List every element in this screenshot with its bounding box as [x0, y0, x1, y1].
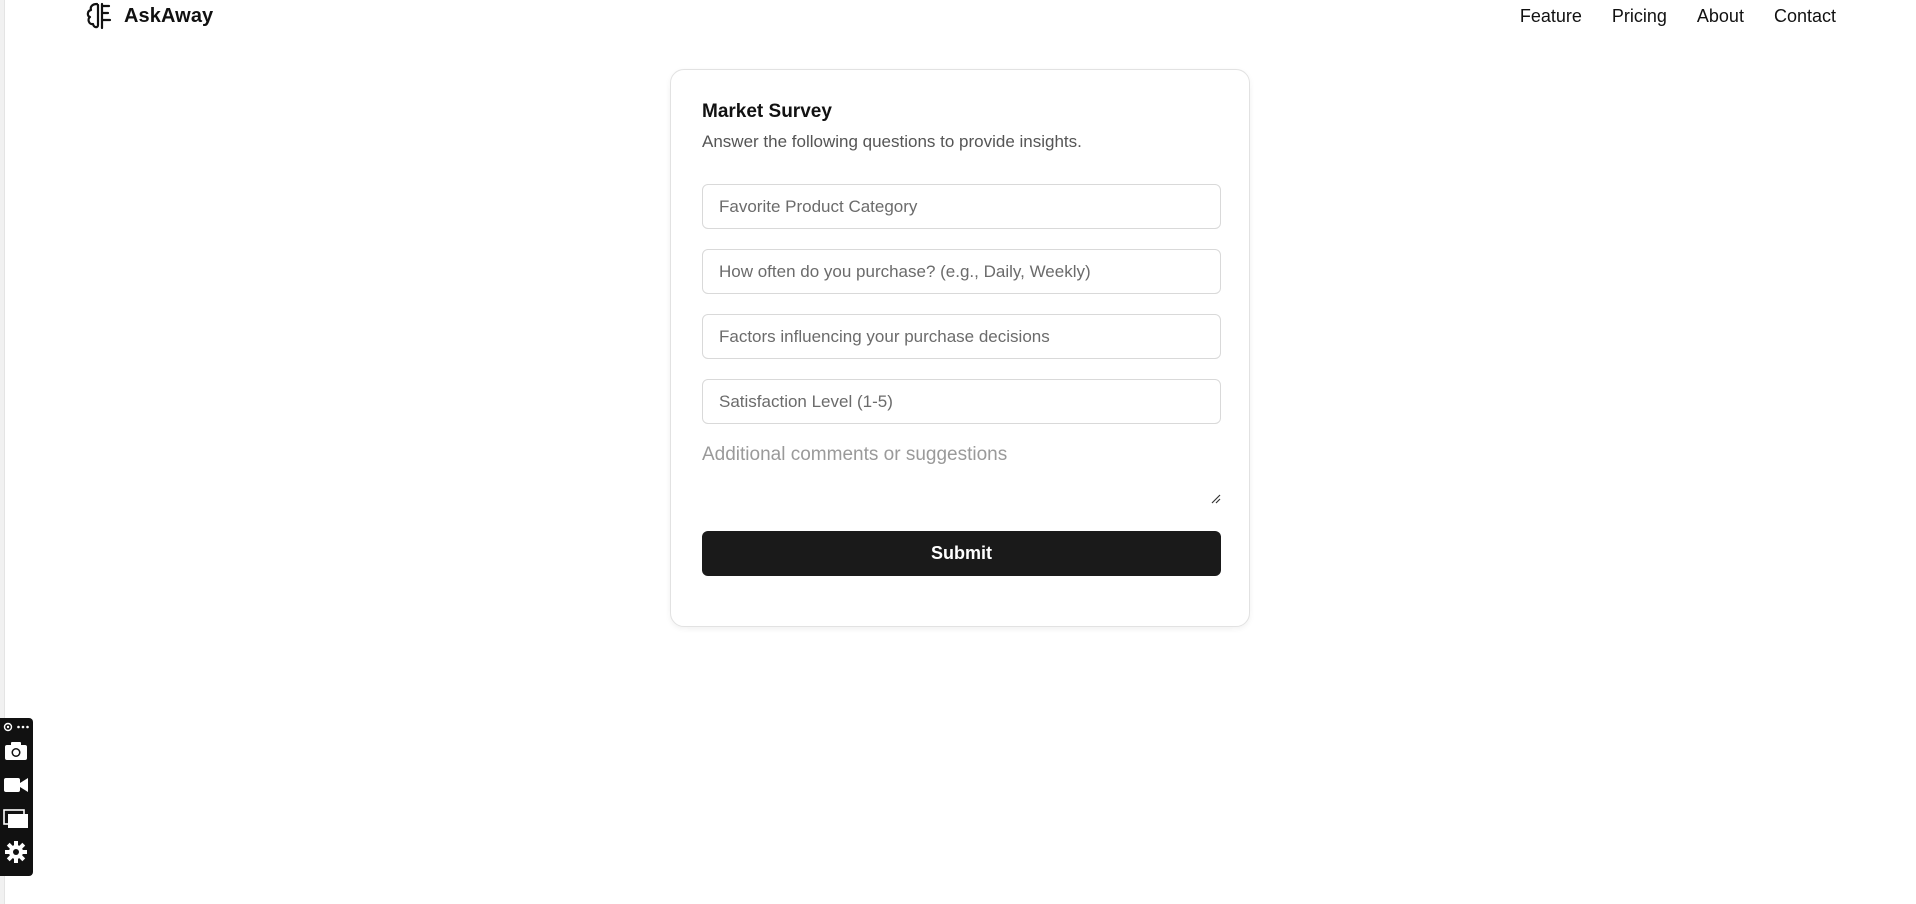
nav-link-about[interactable]: About: [1697, 6, 1744, 27]
submit-button[interactable]: Submit: [702, 531, 1221, 576]
favorite-category-input[interactable]: [702, 184, 1221, 229]
purchase-frequency-input[interactable]: [702, 249, 1221, 294]
more-icon[interactable]: [16, 722, 30, 732]
satisfaction-level-input[interactable]: [702, 379, 1221, 424]
survey-subtitle: Answer the following questions to provid…: [702, 132, 1082, 151]
site-header: AskAway Feature Pricing About Contact: [0, 0, 1916, 34]
survey-card: Market Survey Answer the following quest…: [670, 69, 1250, 627]
comments-textarea[interactable]: [702, 444, 1221, 504]
brain-icon: [86, 2, 112, 30]
resize-grip-icon[interactable]: [1209, 492, 1221, 504]
brand[interactable]: AskAway: [84, 0, 213, 32]
windows-icon: [3, 809, 28, 828]
puzzle-icon[interactable]: [3, 722, 13, 732]
main-nav: Feature Pricing About Contact: [1520, 0, 1836, 32]
survey-title: Market Survey: [702, 101, 832, 122]
nav-link-feature[interactable]: Feature: [1520, 6, 1582, 27]
brand-name: AskAway: [124, 4, 214, 27]
record-button[interactable]: [3, 772, 29, 798]
nav-link-pricing[interactable]: Pricing: [1612, 6, 1667, 27]
nav-link-contact[interactable]: Contact: [1774, 6, 1836, 27]
settings-button[interactable]: [3, 839, 29, 865]
purchase-factors-input[interactable]: [702, 314, 1221, 359]
windows-button[interactable]: [3, 806, 29, 832]
toolbar-header: [3, 721, 31, 733]
gear-icon: [5, 841, 27, 863]
floating-toolbar: [0, 718, 33, 876]
camera-icon: [5, 742, 27, 760]
screenshot-button[interactable]: [3, 738, 29, 764]
video-icon: [4, 778, 28, 792]
